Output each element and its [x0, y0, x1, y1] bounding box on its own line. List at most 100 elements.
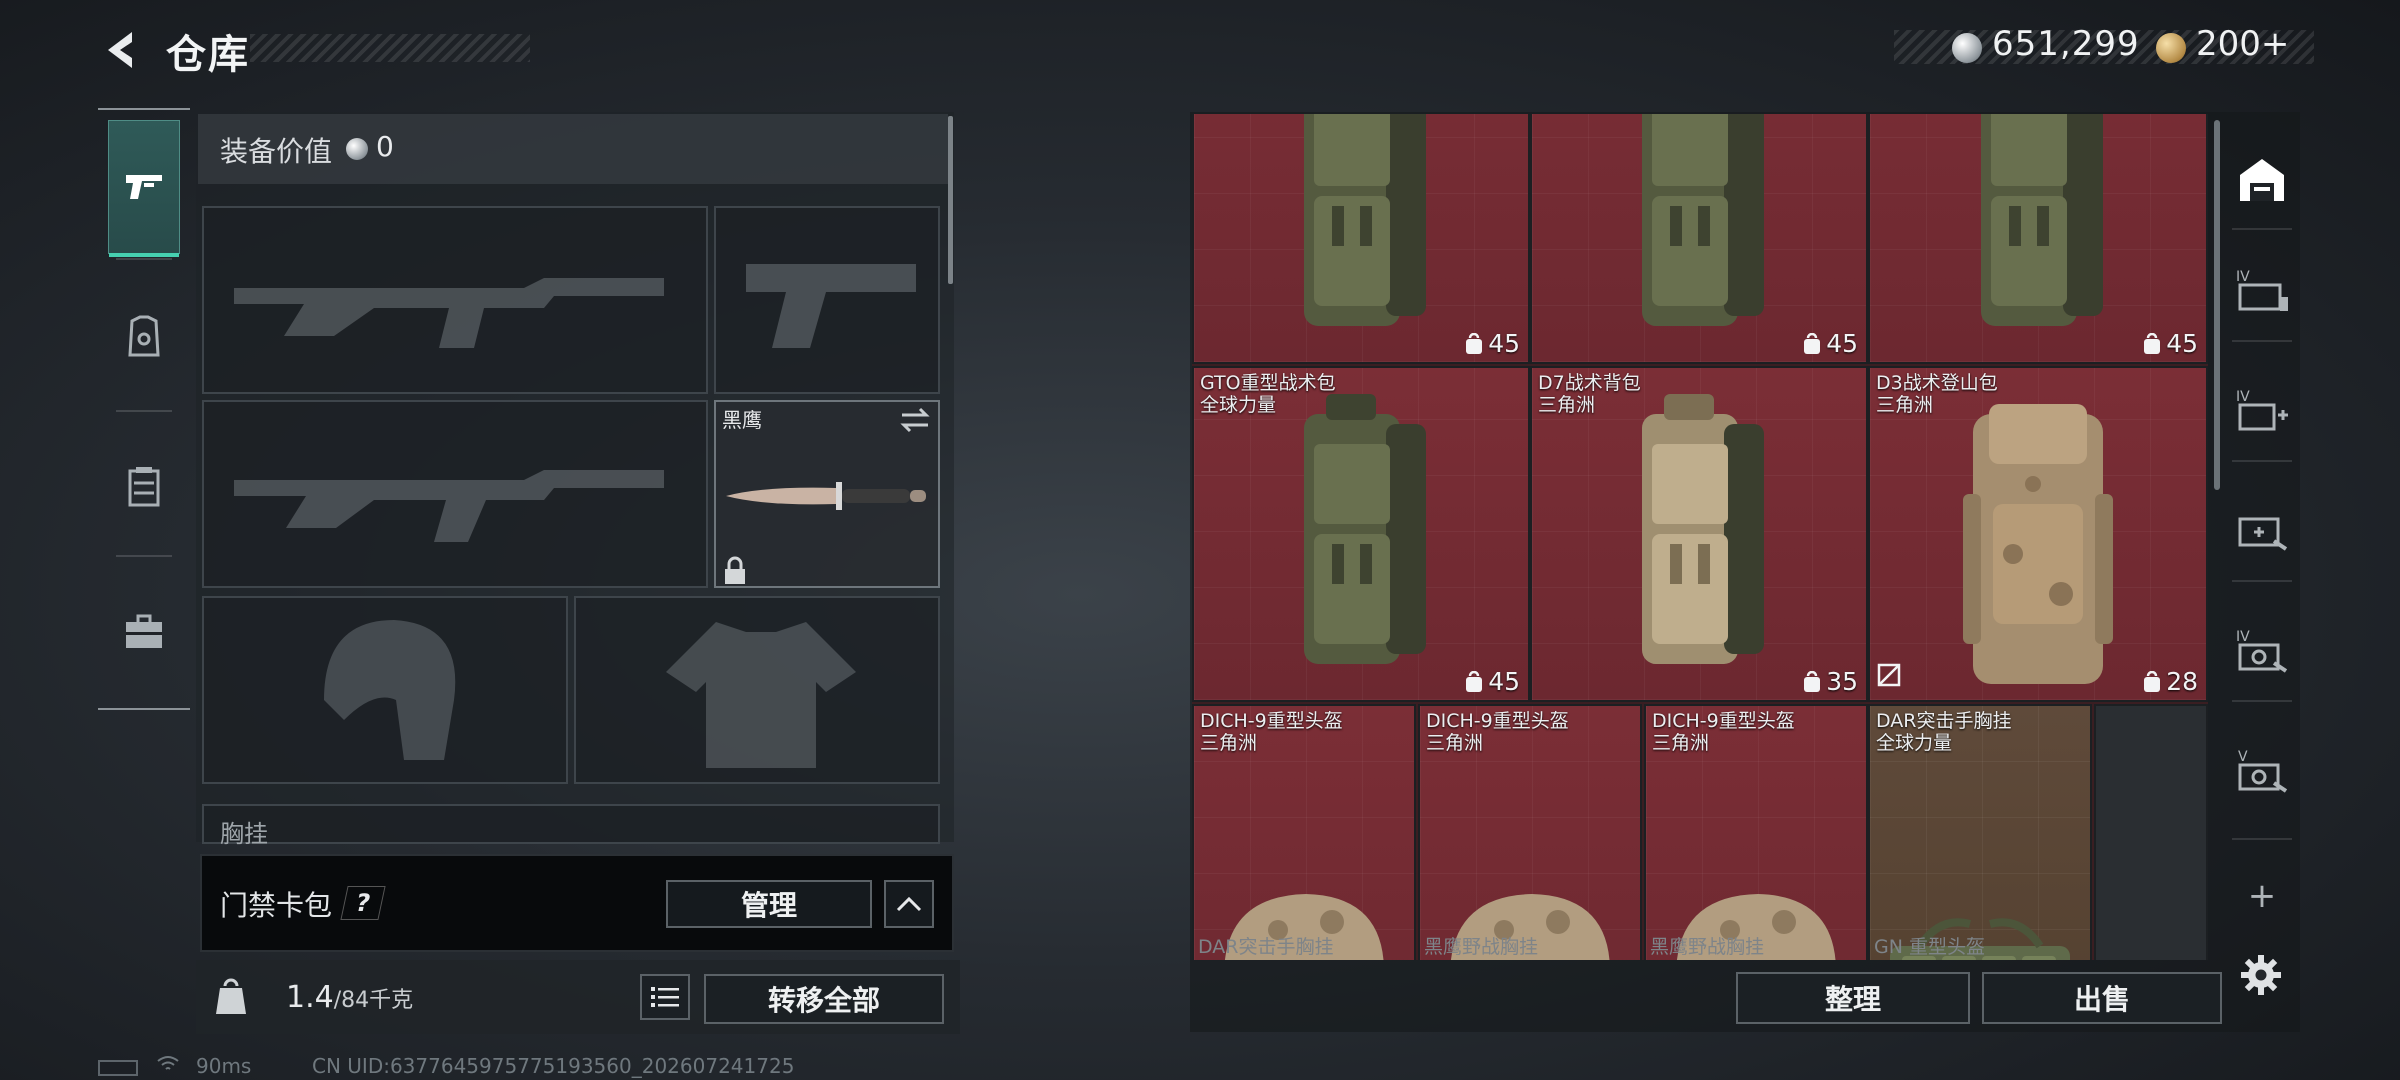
collapse-button[interactable] [884, 880, 934, 928]
backpack-icon [1642, 114, 1764, 326]
tab-weapons[interactable] [108, 120, 180, 257]
settings-button[interactable] [2236, 950, 2286, 1000]
helmet-silhouette-icon [324, 620, 456, 760]
tab-stash-medical[interactable] [2222, 484, 2302, 574]
item-faction: 三角洲 [1426, 732, 1484, 754]
stash-item[interactable]: 45 [1530, 114, 1868, 364]
transfer-all-button[interactable]: 转移全部 [704, 974, 944, 1024]
item-capacity-value: 45 [2166, 329, 2198, 358]
partial-item-name: GN 重型头盔 [1874, 936, 1985, 958]
stash-item[interactable]: DICH-9重型头盔三角洲50.0/50.0 [1418, 704, 1642, 960]
item-capacity: 45 [1464, 667, 1520, 696]
stash-item[interactable]: D3战术登山包 三角洲 28 [1868, 366, 2208, 702]
armor-silhouette-icon [666, 622, 856, 768]
partial-item-name: 黑鹰野战胸挂 [1424, 936, 1539, 958]
wifi-icon [157, 1056, 179, 1070]
item-faction: 三角洲 [1538, 394, 1596, 416]
chevron-up-icon [896, 896, 922, 912]
pistol-silhouette-icon [746, 264, 916, 348]
lock-icon [725, 556, 745, 584]
tab-stash-all[interactable] [2222, 134, 2302, 224]
armor-icon [128, 315, 160, 357]
vest-icon [128, 467, 160, 507]
stash-item[interactable]: 45 [1192, 114, 1530, 364]
svg-text:IV: IV [2236, 629, 2250, 645]
item-capacity: 45 [1802, 329, 1858, 358]
rifle-silhouette-icon [234, 278, 664, 348]
primary-weapon-slot-2[interactable] [202, 400, 708, 588]
item-name: D3战术登山包 [1876, 372, 1998, 394]
stash-item[interactable]: DAR突击手胸挂全球力量24 [1868, 704, 2092, 960]
item-capacity-value: 45 [1488, 667, 1520, 696]
item-capacity-value: 45 [1488, 329, 1520, 358]
help-button[interactable]: ? [340, 886, 386, 920]
item-capacity: 35 [1802, 667, 1858, 696]
nav-separator [116, 555, 172, 557]
tab-stash-iv-b[interactable]: IV [2222, 366, 2302, 456]
tab-case[interactable] [108, 565, 180, 699]
nav-divider [98, 108, 190, 110]
stash-item[interactable]: GTO重型战术包 全球力量 45 [1192, 366, 1530, 702]
item-capacity-value: 45 [1826, 329, 1858, 358]
tab-separator [2232, 460, 2292, 462]
tab-stash-v[interactable]: V [2222, 726, 2302, 816]
coin-icon [346, 138, 368, 160]
battery-icon [98, 1060, 138, 1076]
stash-item[interactable]: 45 [1868, 114, 2208, 364]
manage-button[interactable]: 管理 [666, 880, 872, 928]
title-decoration [250, 34, 530, 62]
stash-item[interactable]: DICH-9重型头盔三角洲50.0/50.0 [1644, 704, 1868, 960]
stash-tier-icon: IV [2236, 389, 2288, 431]
loadout-scrollbar[interactable] [948, 116, 953, 284]
chest-rig-slot[interactable] [202, 804, 940, 844]
weight-readout: 1.4/84千克 [286, 980, 413, 1015]
item-image [1870, 114, 2206, 356]
list-view-button[interactable] [640, 974, 690, 1020]
tab-armor[interactable] [108, 270, 180, 404]
primary-weapon-slot-1[interactable] [202, 206, 708, 394]
sort-button[interactable]: 整理 [1736, 972, 1970, 1024]
body-armor-slot[interactable] [574, 596, 940, 784]
page-title: 仓库 [166, 32, 250, 78]
tab-separator [2232, 580, 2292, 582]
helmet-slot[interactable] [202, 596, 568, 784]
premium-balance[interactable]: 200+ [2196, 24, 2289, 64]
rifle-silhouette-icon [234, 470, 664, 542]
capacity-icon [1466, 670, 1483, 692]
item-name: D7战术背包 [1538, 372, 1641, 394]
tab-separator [2232, 700, 2292, 702]
stash-empty-slot[interactable] [2094, 704, 2208, 960]
stash-item[interactable]: D7战术背包 三角洲 35 [1530, 366, 1868, 702]
add-stash-tab-button[interactable]: + [2238, 872, 2286, 920]
unlock-icon-wrap [1876, 662, 1902, 692]
tab-stash-iv-a[interactable]: IV [2222, 246, 2302, 336]
stash-tier-icon: IV [2236, 269, 2288, 311]
item-name: DAR突击手胸挂 [1876, 710, 2012, 732]
stash-scrollbar[interactable] [2214, 120, 2220, 490]
item-image [1532, 114, 1866, 356]
item-capacity: 45 [2142, 329, 2198, 358]
capacity-icon [1466, 332, 1483, 354]
item-faction: 三角洲 [1652, 732, 1710, 754]
item-capacity-value: 28 [2166, 667, 2198, 696]
item-faction: 三角洲 [1200, 732, 1258, 754]
item-name: DICH-9重型头盔 [1652, 710, 1795, 732]
item-capacity: 28 [2142, 667, 2198, 696]
weight-current: 1.4 [286, 980, 334, 1015]
nav-divider [98, 708, 190, 710]
tab-chest-rig[interactable] [108, 420, 180, 554]
swap-icon[interactable] [898, 406, 932, 434]
chest-rig-label: 胸挂 [220, 820, 268, 848]
list-icon [651, 987, 679, 1007]
sell-button[interactable]: 出售 [1982, 972, 2222, 1024]
coin-icon [1952, 33, 1982, 63]
keycard-case-label: 门禁卡包 [220, 889, 333, 922]
item-image [1870, 384, 2206, 694]
weight-max: /84千克 [333, 988, 414, 1013]
back-button[interactable] [96, 24, 148, 76]
stash-item[interactable]: DICH-9重型头盔三角洲50.0/50.0 [1192, 704, 1416, 960]
tab-stash-iv-c[interactable]: IV [2222, 606, 2302, 696]
backpack-icon [1642, 394, 1764, 664]
partial-item-name: DAR突击手胸挂 [1198, 936, 1334, 958]
pistol-slot[interactable] [714, 206, 940, 394]
